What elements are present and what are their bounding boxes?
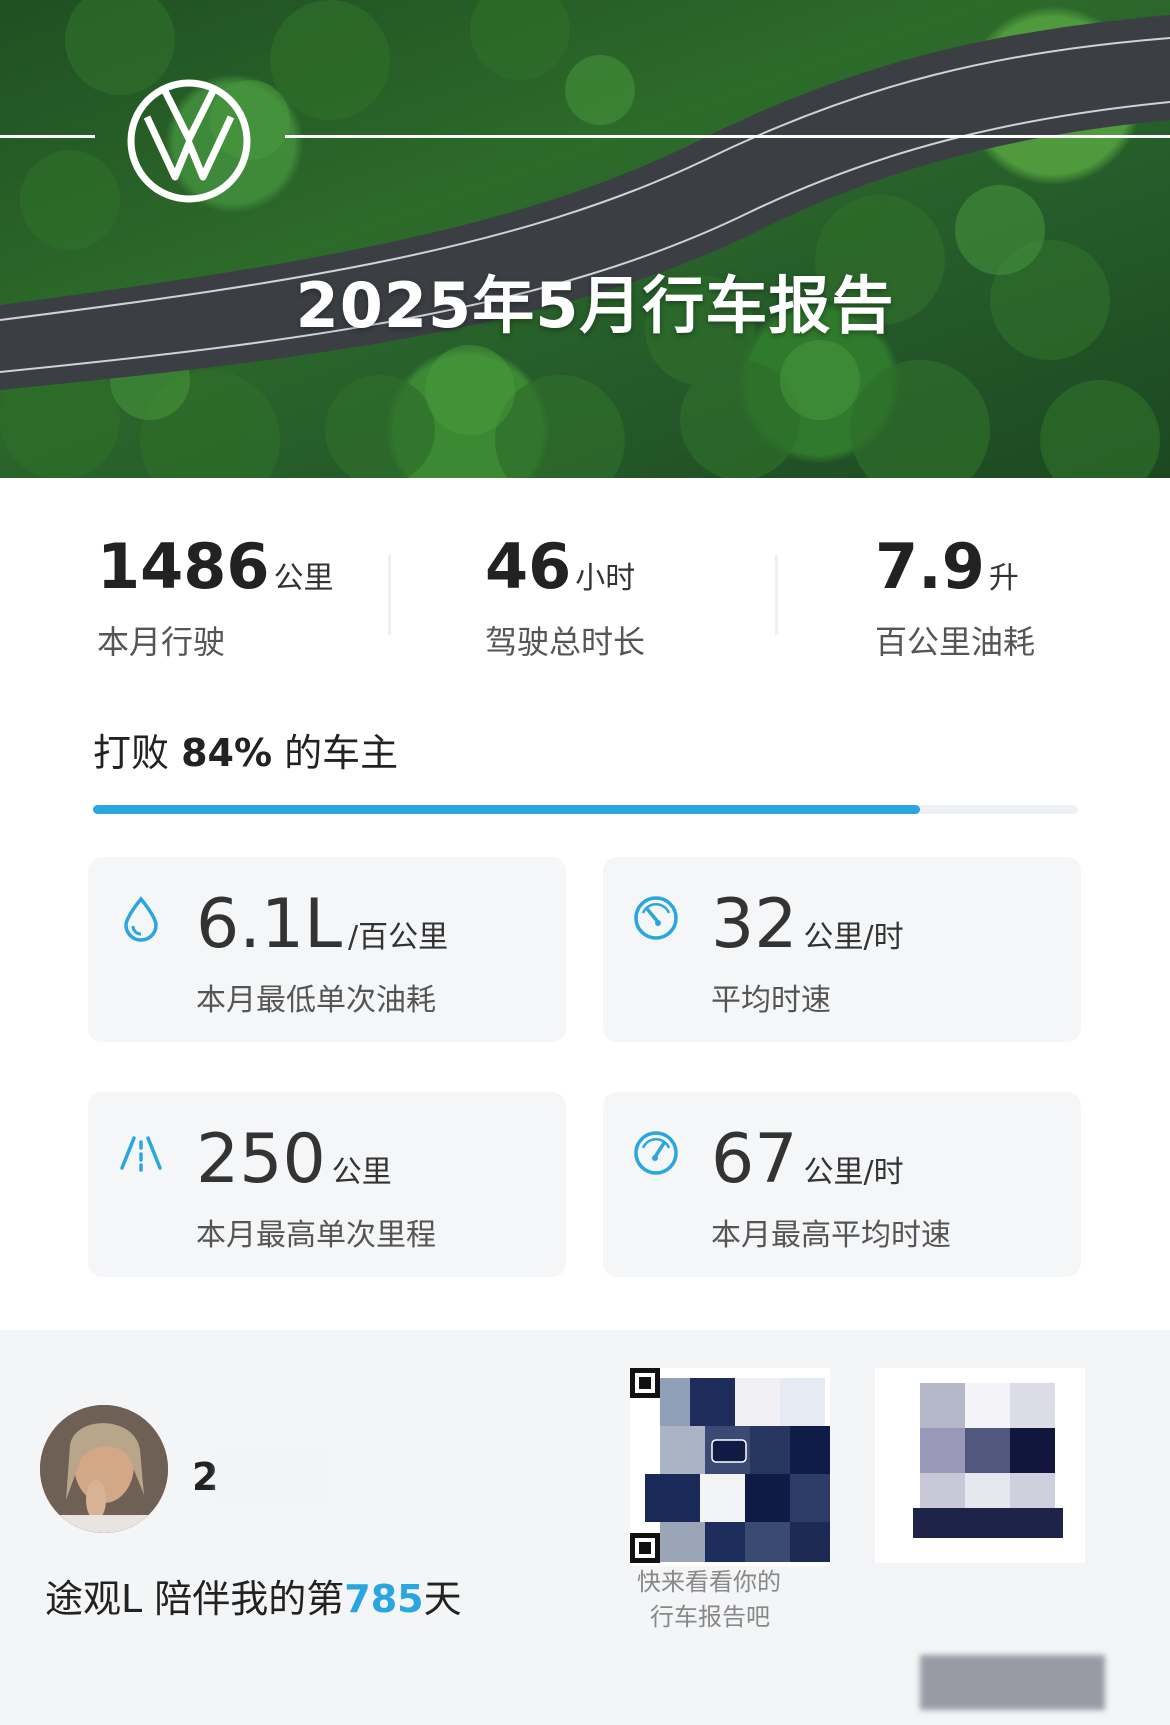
tile-value: 67 bbox=[711, 1120, 798, 1199]
tile-label: 本月最高平均时速 bbox=[711, 1218, 951, 1253]
stat-value: 46 bbox=[485, 530, 572, 603]
ranking-prefix: 打败 bbox=[93, 731, 170, 775]
ranking-progress-bar bbox=[93, 805, 1078, 814]
stat-distance: 1486 公里 本月行驶 bbox=[97, 530, 334, 663]
tile-value-row: 32 公里/时 bbox=[711, 885, 904, 964]
vw-logo bbox=[127, 79, 251, 203]
stat-value: 1486 bbox=[97, 530, 270, 603]
qr-code-secondary-image bbox=[875, 1368, 1085, 1563]
speedometer-icon bbox=[634, 1131, 678, 1175]
stat-label: 驾驶总时长 bbox=[485, 623, 646, 661]
tile-min-fuel: 6.1L/百公里 本月最低单次油耗 bbox=[88, 857, 566, 1042]
ranking-suffix: 的车主 bbox=[284, 731, 399, 775]
droplet-icon bbox=[124, 896, 158, 942]
tile-value-row: 67 公里/时 bbox=[711, 1120, 904, 1199]
ranking-text: 打败 84% 的车主 bbox=[93, 722, 398, 777]
redacted-block bbox=[920, 1655, 1105, 1710]
companion-days: 785 bbox=[344, 1577, 424, 1621]
stat-unit: 公里 bbox=[273, 561, 334, 596]
tile-label: 本月最低单次油耗 bbox=[196, 983, 436, 1018]
qr-code[interactable] bbox=[630, 1368, 830, 1566]
tile-unit: /百公里 bbox=[348, 920, 449, 955]
qr-code-image bbox=[630, 1368, 830, 1566]
tile-avg-speed: 32 公里/时 平均时速 bbox=[603, 857, 1081, 1042]
stat-label: 本月行驶 bbox=[97, 623, 226, 661]
tile-value-row: 250 公里 bbox=[196, 1120, 392, 1199]
stat-duration: 46 小时 驾驶总时长 bbox=[485, 530, 645, 663]
logo-line-left bbox=[0, 135, 95, 138]
stat-divider bbox=[388, 555, 391, 635]
tile-value: 32 bbox=[711, 885, 798, 964]
tile-unit: 公里/时 bbox=[803, 920, 904, 955]
tile-label: 平均时速 bbox=[711, 983, 831, 1018]
page-title: 2025年5月行车报告 bbox=[295, 269, 895, 342]
hero-banner: 2025年5月行车报告 bbox=[0, 0, 1170, 478]
logo-line-right bbox=[285, 135, 1170, 138]
stat-unit: 升 bbox=[988, 561, 1019, 596]
username-redaction bbox=[218, 1450, 323, 1502]
tile-value: 250 bbox=[196, 1120, 326, 1199]
tile-max-trip: 250 公里 本月最高单次里程 bbox=[88, 1092, 566, 1277]
ranking-percent: 84% bbox=[181, 731, 273, 775]
road-icon bbox=[120, 1136, 162, 1172]
avatar[interactable] bbox=[40, 1405, 168, 1533]
qr-caption-line2: 行车报告吧 bbox=[650, 1603, 770, 1631]
username: 2 bbox=[192, 1455, 219, 1499]
companion-suffix: 天 bbox=[423, 1577, 462, 1621]
tile-unit: 公里 bbox=[331, 1155, 392, 1190]
road-illustration bbox=[0, 0, 1170, 478]
stat-fuel: 7.9 升 百公里油耗 bbox=[875, 530, 1035, 663]
speedometer-icon bbox=[634, 896, 678, 940]
stat-value: 7.9 bbox=[875, 530, 985, 603]
tile-value-row: 6.1L/百公里 bbox=[196, 885, 448, 964]
stat-label: 百公里油耗 bbox=[875, 623, 1036, 661]
tile-unit: 公里/时 bbox=[803, 1155, 904, 1190]
ranking-progress-fill bbox=[93, 805, 921, 814]
stat-divider bbox=[775, 555, 778, 635]
qr-code-secondary[interactable] bbox=[875, 1368, 1085, 1563]
avatar-image bbox=[40, 1405, 168, 1533]
companion-prefix: 途观L 陪伴我的第 bbox=[45, 1577, 345, 1621]
companion-text: 途观L 陪伴我的第785天 bbox=[45, 1568, 462, 1623]
qr-caption-line1: 快来看看你的 bbox=[637, 1568, 781, 1596]
tile-value: 6.1L bbox=[196, 885, 343, 964]
tile-max-avg-speed: 67 公里/时 本月最高平均时速 bbox=[603, 1092, 1081, 1277]
stat-unit: 小时 bbox=[575, 561, 636, 596]
tile-label: 本月最高单次里程 bbox=[196, 1218, 436, 1253]
